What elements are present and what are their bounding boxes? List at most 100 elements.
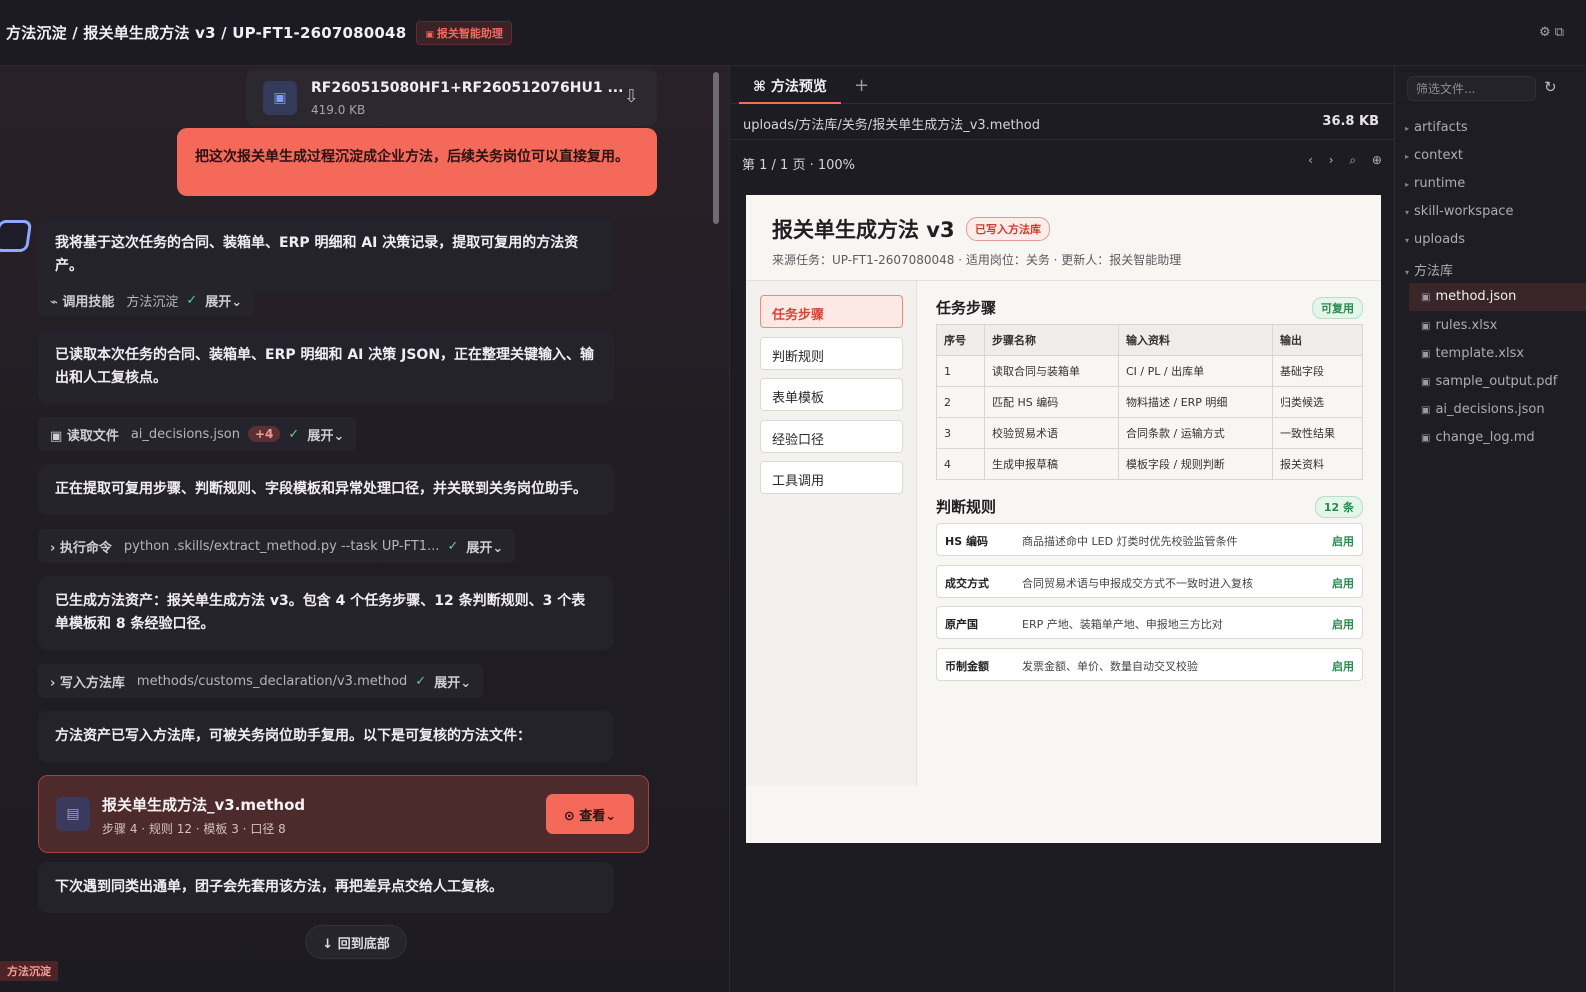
table-cell: 2 bbox=[936, 386, 985, 418]
page-nav-controls[interactable]: ‹ › ⌕ ⊕ bbox=[1308, 153, 1382, 168]
assistant-message: 已读取本次任务的合同、装箱单、ERP 明细和 AI 决策 JSON，正在整理关键… bbox=[38, 330, 614, 404]
chevron-right-icon: › bbox=[50, 675, 56, 691]
tool-label: 写入方法库 bbox=[59, 675, 125, 691]
rule-key: HS 编码 bbox=[945, 535, 988, 548]
tool-prefix-icon: ⌁ bbox=[50, 294, 58, 310]
copy-icon[interactable]: ⧉ bbox=[1555, 25, 1568, 40]
table-cell: 3 bbox=[936, 417, 985, 449]
table-cell: 一致性结果 bbox=[1272, 417, 1363, 449]
count-badge: +4 bbox=[248, 426, 281, 442]
tool-call-write[interactable]: › 写入方法库 methods/customs_declaration/v3.m… bbox=[38, 664, 484, 698]
tool-call-skill[interactable]: ⌁ 调用技能 方法沉淀 ✓ 展开⌄ bbox=[38, 283, 255, 317]
back-to-bottom-button[interactable]: ↓ 回到底部 bbox=[305, 925, 407, 959]
tab-method-preview[interactable]: ⌘ 方法预览 bbox=[739, 66, 841, 104]
expand-toggle[interactable]: 展开⌄ bbox=[434, 672, 471, 691]
side-item-steps[interactable]: 任务步骤 bbox=[760, 295, 903, 328]
breadcrumb[interactable]: 方法沉淀 / 报关单生成方法 v3 / UP-FT1-2607080048 bbox=[6, 22, 406, 43]
attachment-card[interactable]: ▣ RF260515080HF1+RF260512076HU1 ... 419.… bbox=[246, 70, 657, 126]
folder-label: context bbox=[1414, 148, 1464, 163]
add-tab-button[interactable]: + bbox=[854, 75, 869, 96]
square-icon: ▣ bbox=[425, 29, 434, 40]
page-info: 第 1 / 1 页 · 100% bbox=[742, 158, 856, 173]
gear-icon[interactable]: ⚙ bbox=[1539, 25, 1555, 40]
attachment-name: RF260515080HF1+RF260512076HU1 ... bbox=[311, 80, 624, 96]
table-cell: 合同条款 / 运输方式 bbox=[1118, 417, 1273, 449]
tool-arg: ai_decisions.json bbox=[130, 426, 240, 442]
chat-panel: ▣ RF260515080HF1+RF260512076HU1 ... 419.… bbox=[0, 66, 730, 992]
assistant-message: 已生成方法资产：报关单生成方法 v3。包含 4 个任务步骤、12 条判断规则、3… bbox=[38, 576, 614, 650]
file-change-log-md[interactable]: ▣ change_log.md bbox=[1421, 430, 1535, 445]
side-item-tools[interactable]: 工具调用 bbox=[760, 461, 903, 494]
folder-context[interactable]: ▸ context bbox=[1405, 148, 1463, 163]
table-cell: 读取合同与装箱单 bbox=[984, 355, 1119, 387]
caret-right-icon: ▸ bbox=[1405, 152, 1410, 161]
file-label: method.json bbox=[1435, 289, 1517, 304]
folder-label: 方法库 bbox=[1414, 264, 1454, 279]
table-cell: CI / PL / 出库单 bbox=[1118, 355, 1273, 387]
folder-label: skill-workspace bbox=[1414, 204, 1514, 219]
path-bar: uploads/方法库/关务/报关单生成方法_v3.method 36.8 KB bbox=[730, 104, 1394, 140]
file-icon: ▣ bbox=[1421, 377, 1431, 388]
side-item-templates[interactable]: 表单模板 bbox=[760, 378, 903, 411]
check-icon: ✓ bbox=[415, 673, 427, 689]
folder-label: runtime bbox=[1414, 176, 1466, 191]
file-size: 36.8 KB bbox=[1322, 114, 1379, 129]
rule-row[interactable]: 原产国 ERP 产地、装箱单产地、申报地三方比对 启用 bbox=[936, 606, 1363, 639]
rule-key: 原产国 bbox=[945, 618, 978, 631]
check-icon: ✓ bbox=[447, 538, 459, 554]
caret-down-icon: ▾ bbox=[1405, 236, 1410, 245]
table-cell: 生成申报草稿 bbox=[984, 448, 1119, 480]
window-controls: ⚙⧉ bbox=[1539, 25, 1568, 40]
folder-artifacts[interactable]: ▸ artifacts bbox=[1405, 120, 1468, 135]
caret-right-icon: ▸ bbox=[1405, 180, 1410, 189]
refresh-icon[interactable]: ↻ bbox=[1544, 78, 1557, 96]
tool-call-read-file[interactable]: ▣ 读取文件 ai_decisions.json +4 ✓ 展开⌄ bbox=[38, 417, 357, 451]
tool-arg: 方法沉淀 bbox=[126, 294, 179, 310]
table-cell: 归类候选 bbox=[1272, 386, 1363, 418]
page-bar: 第 1 / 1 页 · 100% ‹ › ⌕ ⊕ bbox=[730, 140, 1394, 184]
expand-toggle[interactable]: 展开⌄ bbox=[466, 537, 503, 556]
rule-status: 启用 bbox=[1332, 535, 1354, 548]
tool-call-exec[interactable]: › 执行命令 python .skills/extract_method.py … bbox=[38, 529, 516, 563]
status-tag: 方法沉淀 bbox=[0, 961, 58, 981]
doc-title: 报关单生成方法 v3 bbox=[772, 218, 955, 242]
folder-method-library[interactable]: ▾ 方法库 bbox=[1405, 260, 1453, 279]
file-label: template.xlsx bbox=[1435, 346, 1525, 361]
file-sample-output-pdf[interactable]: ▣ sample_output.pdf bbox=[1421, 374, 1557, 389]
file-rules-xlsx[interactable]: ▣ rules.xlsx bbox=[1421, 318, 1497, 333]
side-item-experience[interactable]: 经验口径 bbox=[760, 420, 903, 453]
rule-key: 成交方式 bbox=[945, 577, 989, 590]
assistant-message: 方法资产已写入方法库，可被关务岗位助手复用。以下是可复核的方法文件： bbox=[38, 711, 614, 762]
rule-row[interactable]: 成交方式 合同贸易术语与申报成交方式不一致时进入复核 启用 bbox=[936, 565, 1363, 598]
chat-scrollbar[interactable] bbox=[713, 72, 719, 224]
view-button[interactable]: ⊙ 查看⌄ bbox=[546, 794, 634, 834]
filter-files-input[interactable] bbox=[1407, 76, 1536, 101]
doc-sidebar: 任务步骤 判断规则 表单模板 经验口径 工具调用 bbox=[746, 281, 917, 786]
preview-panel: ⌘ 方法预览 + uploads/方法库/关务/报关单生成方法_v3.metho… bbox=[730, 66, 1394, 992]
rule-row[interactable]: 币制金额 发票金额、单价、数量自动交叉校验 启用 bbox=[936, 648, 1363, 681]
rule-row[interactable]: HS 编码 商品描述命中 LED 灯类时优先校验监管条件 启用 bbox=[936, 523, 1363, 556]
expand-toggle[interactable]: 展开⌄ bbox=[307, 425, 344, 444]
file-template-xlsx[interactable]: ▣ template.xlsx bbox=[1421, 346, 1524, 361]
rule-status: 启用 bbox=[1332, 660, 1354, 673]
rules-section-title: 判断规则 bbox=[936, 498, 997, 516]
folder-runtime[interactable]: ▸ runtime bbox=[1405, 176, 1465, 191]
expand-toggle[interactable]: 展开⌄ bbox=[205, 291, 242, 310]
folder-uploads[interactable]: ▾ uploads bbox=[1405, 232, 1465, 247]
folder-skill-workspace[interactable]: ▾ skill-workspace bbox=[1405, 204, 1513, 219]
preview-tabs: ⌘ 方法预览 + bbox=[730, 66, 1394, 104]
agent-tag[interactable]: ▣ 报关智能助理 bbox=[416, 20, 512, 45]
side-item-rules[interactable]: 判断规则 bbox=[760, 337, 903, 370]
column-header: 步骤名称 bbox=[984, 324, 1119, 356]
file-ai-decisions-json[interactable]: ▣ ai_decisions.json bbox=[1421, 402, 1545, 417]
attachment-size: 419.0 KB bbox=[311, 103, 366, 117]
tool-label: 调用技能 bbox=[62, 294, 115, 310]
check-icon: ✓ bbox=[288, 426, 300, 442]
file-icon: ▣ bbox=[1421, 433, 1431, 444]
assistant-message: 我将基于这次任务的合同、装箱单、ERP 明细和 AI 决策记录，提取可复用的方法… bbox=[38, 218, 614, 292]
method-file-card[interactable]: ▤ 报关单生成方法_v3.method 步骤 4 · 规则 12 · 模板 3 … bbox=[38, 775, 649, 853]
column-header: 输入资料 bbox=[1118, 324, 1273, 356]
file-method-json[interactable]: ▣ method.json bbox=[1409, 283, 1586, 311]
download-icon[interactable]: ⇩ bbox=[624, 86, 639, 107]
table-row: 2 匹配 HS 编码 物料描述 / ERP 明细 归类候选 bbox=[936, 386, 1363, 418]
